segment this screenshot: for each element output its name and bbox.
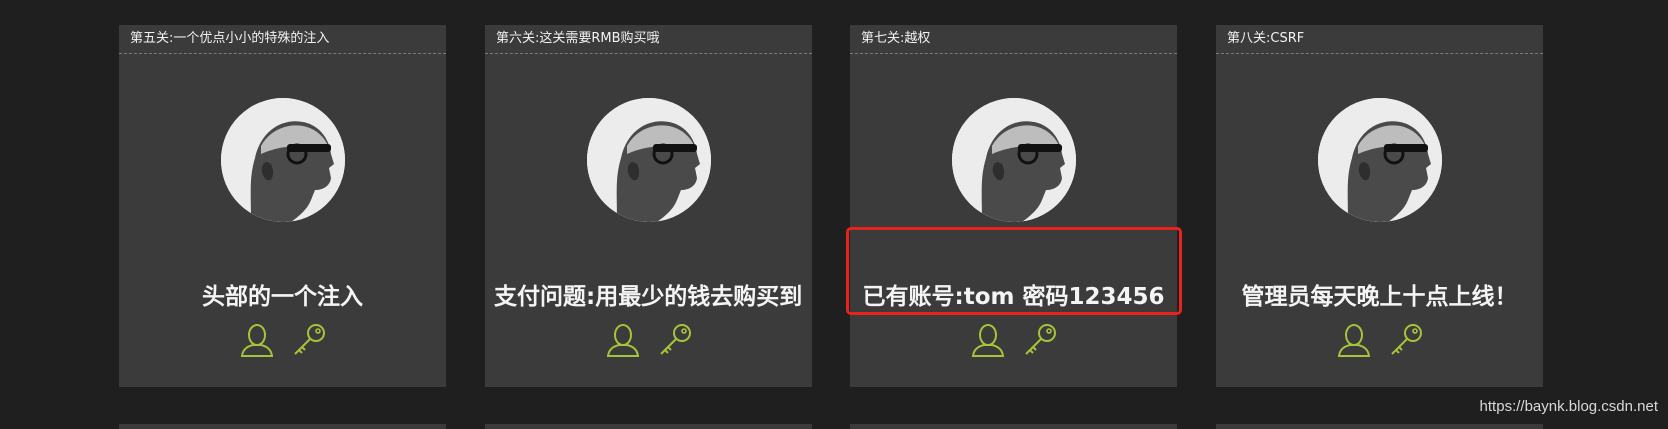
user-outline-icon[interactable] [239,322,275,358]
avatar [587,98,711,222]
card-actions [850,322,1177,358]
level-card-6[interactable]: 第六关:这关需要RMB购买哦 支付问题:用最少的钱去购买到 [485,25,812,387]
user-outline-icon[interactable] [970,322,1006,358]
level-card-8[interactable]: 第八关:CSRF 管理员每天晚上十点上线！ [1216,25,1543,387]
levels-grid: 第五关:一个优点小小的特殊的注入 头部的一个注入 第六关:这关需要RMB购买哦 … [0,0,1668,429]
next-row-card [850,424,1177,429]
level-description: 支付问题:用最少的钱去购买到 [494,284,803,310]
card-title: 第八关:CSRF [1216,25,1543,54]
card-actions [119,322,446,358]
card-title: 第六关:这关需要RMB购买哦 [485,25,812,54]
key-icon[interactable] [657,322,693,358]
card-title: 第五关:一个优点小小的特殊的注入 [119,25,446,54]
key-icon[interactable] [1388,322,1424,358]
level-card-5[interactable]: 第五关:一个优点小小的特殊的注入 头部的一个注入 [119,25,446,387]
red-annotation-box [846,227,1182,315]
level-description: 管理员每天晚上十点上线！ [1241,284,1518,310]
card-actions [1216,322,1543,358]
avatar-portrait-icon [587,98,711,222]
user-outline-icon[interactable] [1336,322,1372,358]
key-icon[interactable] [291,322,327,358]
avatar [1318,98,1442,222]
avatar-portrait-icon [1318,98,1442,222]
next-row-card [1216,424,1543,429]
avatar-portrait-icon [221,98,345,222]
next-row-card [119,424,446,429]
watermark: https://baynk.blog.csdn.net [1479,398,1658,415]
level-description: 头部的一个注入 [202,284,363,310]
avatar [221,98,345,222]
avatar-portrait-icon [952,98,1076,222]
card-actions [485,322,812,358]
level-card-7[interactable]: 第七关:越权 已有账号:tom 密码123456 [850,25,1177,387]
avatar [952,98,1076,222]
key-icon[interactable] [1022,322,1058,358]
card-title: 第七关:越权 [850,25,1177,54]
user-outline-icon[interactable] [605,322,641,358]
next-row-card [485,424,812,429]
